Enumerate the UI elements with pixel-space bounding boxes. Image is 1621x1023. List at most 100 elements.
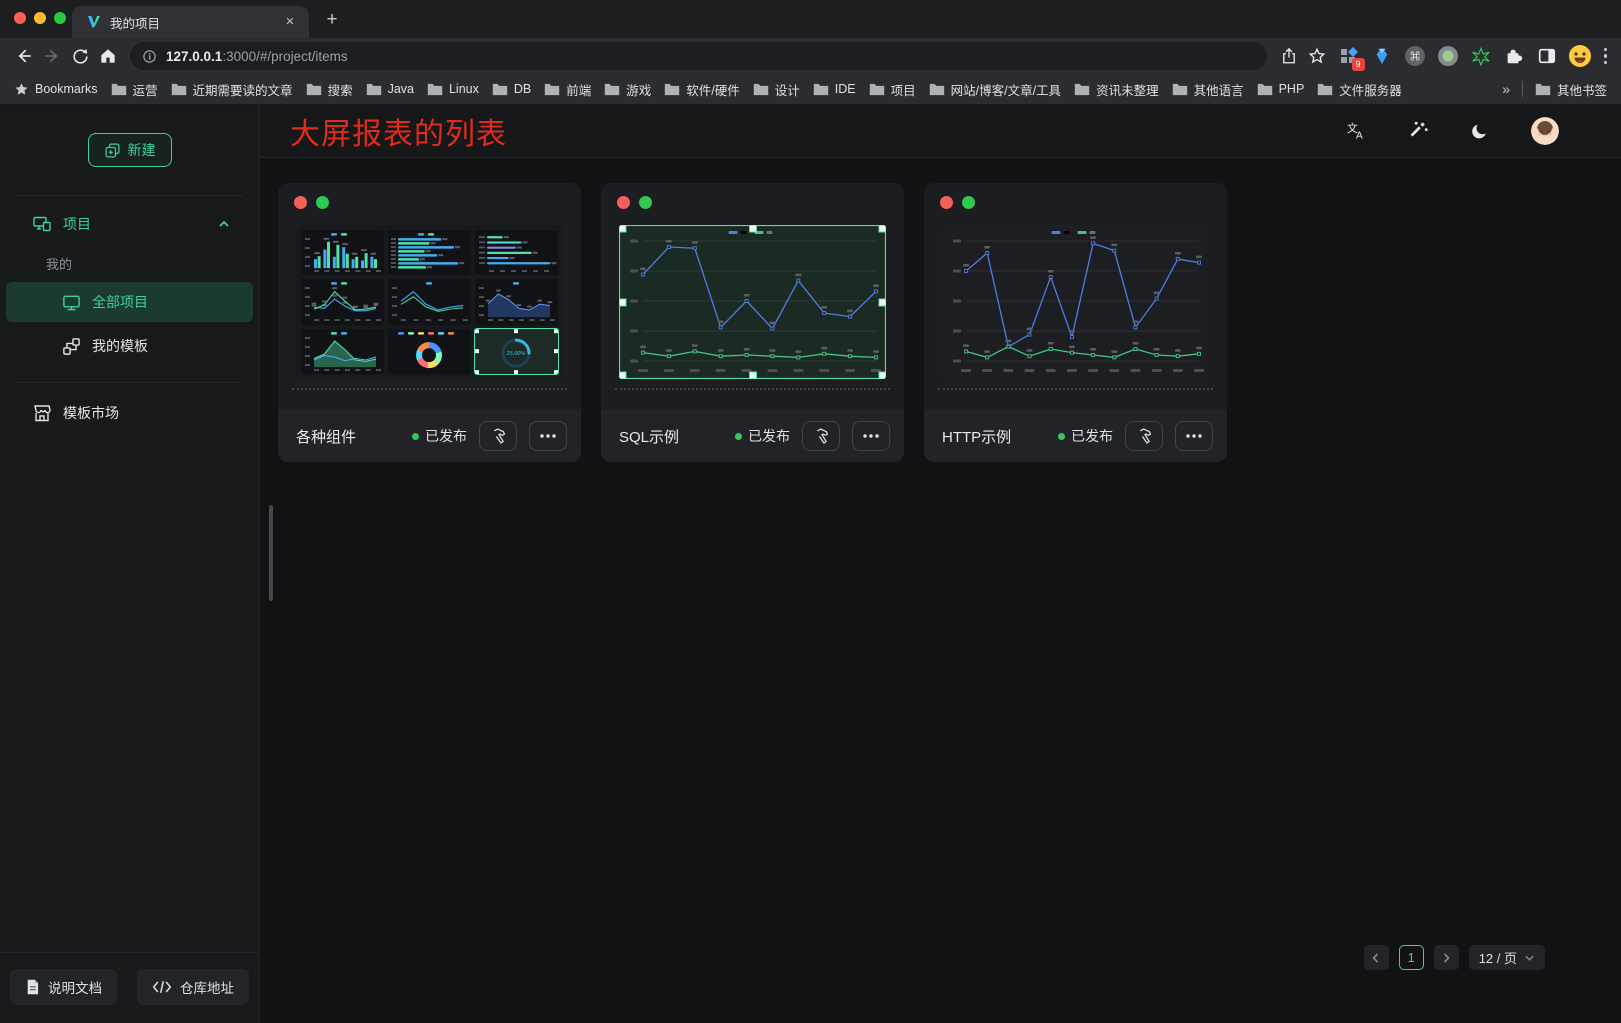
mini-chart [301, 329, 384, 374]
folder-icon [1535, 83, 1551, 96]
edit-project-button[interactable] [802, 421, 840, 451]
bookmark-folder[interactable]: IDE [813, 80, 856, 99]
bookmark-folder[interactable]: DB [492, 80, 531, 99]
thumbnail-chart [619, 225, 886, 379]
bookmark-folder[interactable]: 网站/博客/文章/工具 [929, 80, 1061, 99]
extension-star-icon[interactable] [1469, 44, 1493, 68]
sidebar-divider [16, 382, 243, 383]
bookmark-folder[interactable]: Linux [427, 80, 479, 99]
content-area: 25.00% 各种组件 已发布 [260, 158, 1621, 1023]
svg-text:25.00%: 25.00% [507, 351, 526, 357]
traffic-lights [14, 12, 66, 24]
status-badge: 已发布 [1058, 426, 1113, 446]
back-icon[interactable] [10, 42, 38, 70]
chevron-up-icon[interactable] [217, 217, 231, 231]
browser-menu-icon[interactable] [1600, 44, 1612, 69]
sidebar-divider [16, 195, 243, 196]
browser-tab[interactable]: 我的项目 × [72, 6, 309, 38]
close-window-button[interactable] [14, 12, 26, 24]
profile-avatar-emoji[interactable] [1568, 44, 1592, 68]
bookmarks-bar: Bookmarks 运营近期需要读的文章 搜索 Java Linux DB 前端游戏 软件/… [0, 74, 1621, 105]
edit-project-button[interactable] [1125, 421, 1163, 451]
bookmark-folder[interactable]: 搜索 [306, 80, 353, 99]
sidebar-item-all-projects[interactable]: 全部项目 [6, 282, 253, 322]
ellipsis-icon [863, 434, 879, 438]
page-size-select[interactable]: 12 / 页 [1469, 945, 1545, 970]
bookmark-folder[interactable]: 其他语言 [1172, 80, 1244, 99]
bookmark-folder[interactable]: 运营 [111, 80, 158, 99]
extension-grid-icon[interactable]: 9 [1337, 44, 1361, 68]
other-bookmarks-folder[interactable]: 其他书签 [1535, 80, 1607, 99]
extensions-puzzle-icon[interactable] [1502, 44, 1526, 68]
new-project-label: 新建 [128, 140, 156, 160]
sidebar-item-label: 我的模板 [92, 336, 148, 356]
new-tab-button[interactable]: + [319, 8, 345, 34]
bookmark-folder[interactable]: 设计 [753, 80, 800, 99]
bookmark-folder[interactable]: 前端 [544, 80, 591, 99]
bookmark-folder-label: 其他语言 [1194, 80, 1244, 99]
bookmark-folder[interactable]: 软件/硬件 [664, 80, 739, 99]
tab-close-icon[interactable]: × [281, 13, 299, 31]
scrollbar-thumb[interactable] [269, 505, 273, 601]
bookmark-star-icon[interactable] [1303, 42, 1331, 70]
folder-icon [1074, 83, 1090, 96]
bookmark-folder[interactable]: Java [366, 80, 414, 99]
more-actions-button[interactable] [852, 421, 890, 451]
home-icon[interactable] [94, 42, 122, 70]
site-info-icon[interactable] [142, 49, 157, 64]
magic-wand-icon[interactable] [1407, 120, 1429, 142]
current-page-button[interactable]: 1 [1399, 945, 1424, 970]
docs-button[interactable]: 说明文档 [10, 969, 117, 1005]
extension-command-icon[interactable]: ⌘ [1403, 44, 1427, 68]
ellipsis-icon [1186, 434, 1202, 438]
prev-page-button[interactable] [1364, 945, 1389, 970]
reload-icon[interactable] [66, 42, 94, 70]
bookmark-folder[interactable]: 项目 [869, 80, 916, 99]
user-avatar[interactable] [1531, 117, 1559, 145]
address-bar[interactable]: 127.0.0.1:3000/#/project/items [130, 42, 1267, 70]
share-icon[interactable] [1275, 42, 1303, 70]
bookmark-folder-label: 软件/硬件 [686, 80, 739, 99]
template-flow-icon [62, 337, 81, 356]
project-thumbnail[interactable]: 25.00% [296, 225, 563, 379]
more-actions-button[interactable] [529, 421, 567, 451]
bookmark-folder[interactable]: PHP [1257, 80, 1305, 99]
card-footer: HTTP示例 已发布 [924, 410, 1227, 462]
minimize-window-button[interactable] [34, 12, 46, 24]
dark-mode-moon-icon[interactable] [1469, 120, 1491, 142]
extension-record-icon[interactable] [1436, 44, 1460, 68]
bookmark-folder-label: 搜索 [328, 80, 353, 99]
extension-badge: 9 [1352, 58, 1365, 71]
zoom-window-button[interactable] [54, 12, 66, 24]
project-thumbnail[interactable] [619, 225, 886, 379]
bookmark-folder[interactable]: 游戏 [604, 80, 651, 99]
project-thumbnail[interactable] [942, 225, 1209, 379]
bookmark-folder[interactable]: 近期需要读的文章 [171, 80, 293, 99]
language-icon[interactable]: 文A [1345, 120, 1367, 142]
bookmarks-overflow-chevron[interactable]: » [1502, 81, 1510, 97]
forward-icon[interactable] [38, 42, 66, 70]
code-icon [152, 980, 172, 994]
star-icon [14, 82, 29, 97]
sidebar-item-my-templates[interactable]: 我的模板 [6, 326, 253, 366]
project-card: 25.00% 各种组件 已发布 [278, 183, 581, 462]
bookmark-folder[interactable]: 资讯未整理 [1074, 80, 1159, 99]
next-page-button[interactable] [1434, 945, 1459, 970]
browser-window: 我的项目 × + 127.0.0.1:3000/#/project/items [0, 0, 1621, 1023]
extension-gem-icon[interactable] [1370, 44, 1394, 68]
more-actions-button[interactable] [1175, 421, 1213, 451]
thumbnail-separator [938, 388, 1213, 390]
repo-button-label: 仓库地址 [180, 977, 234, 997]
bookmark-folder[interactable]: 文件服务器 [1317, 80, 1402, 99]
edit-project-button[interactable] [479, 421, 517, 451]
bookmark-folder-label: 设计 [775, 80, 800, 99]
bookmarks-root[interactable]: Bookmarks [14, 82, 98, 97]
project-title: 各种组件 [296, 426, 356, 447]
new-project-button[interactable]: 新建 [88, 133, 172, 167]
sidebar-item-template-market[interactable]: 模板市场 [6, 393, 253, 433]
ellipsis-icon [540, 434, 556, 438]
repo-button[interactable]: 仓库地址 [137, 969, 249, 1005]
project-title: HTTP示例 [942, 426, 1011, 447]
side-panel-icon[interactable] [1535, 44, 1559, 68]
sidebar-group-projects[interactable]: 项目 [0, 202, 259, 246]
